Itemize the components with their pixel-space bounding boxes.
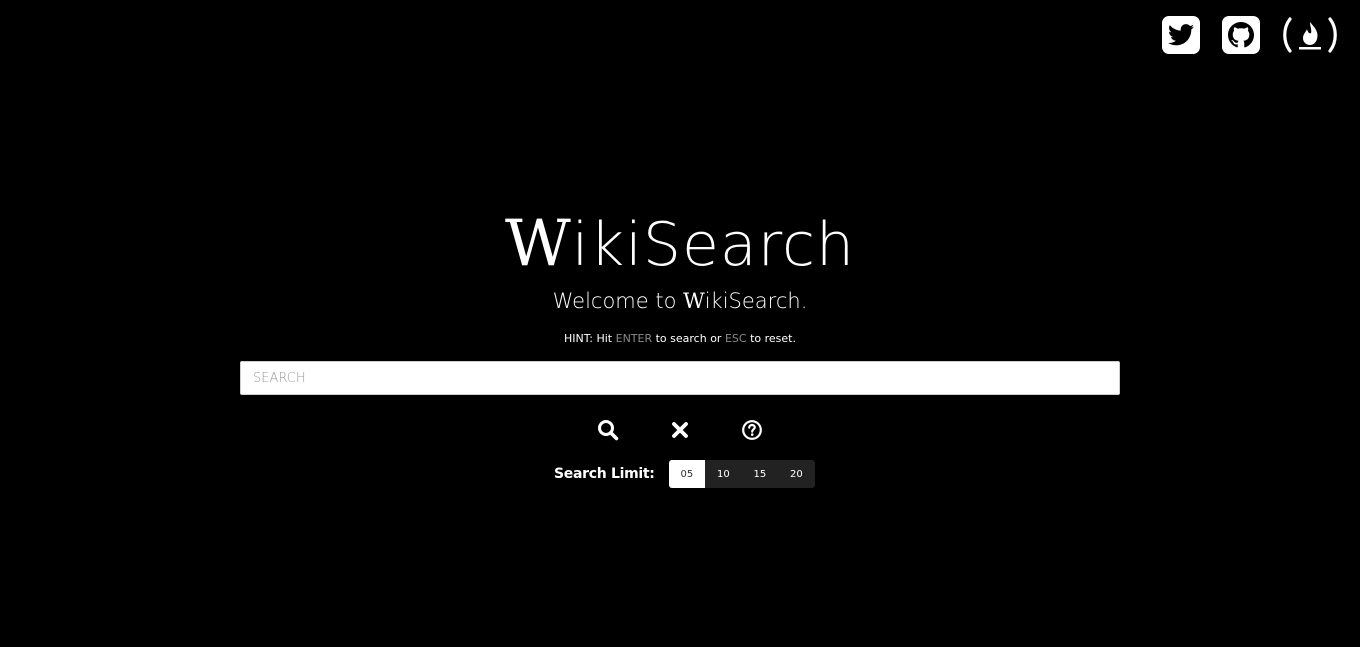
freecodecamp-link[interactable] — [1282, 16, 1338, 54]
hint-text: HINT: Hit ENTER to search or ESC to rese… — [0, 331, 1360, 347]
social-links — [1162, 16, 1338, 54]
hint-suffix: to reset. — [746, 332, 796, 345]
page: WikiSearch Welcome to WikiSearch. HINT: … — [0, 0, 1360, 647]
limit-option-20[interactable]: 20 — [778, 460, 815, 488]
hint-enter-key: ENTER — [615, 332, 653, 345]
search-input[interactable] — [241, 362, 1119, 394]
welcome-prefix: Welcome to — [552, 289, 684, 313]
hint-esc-key: ESC — [724, 332, 747, 345]
github-icon — [1228, 22, 1254, 48]
search-button[interactable] — [596, 418, 620, 442]
search-icon — [598, 420, 619, 441]
search-limit-label: Search Limit: — [554, 466, 655, 482]
hint-middle: to search or — [652, 332, 725, 345]
help-icon — [742, 420, 762, 440]
welcome-rest: ikiSearch. — [704, 289, 808, 313]
help-button[interactable] — [740, 418, 764, 442]
limit-option-15[interactable]: 15 — [742, 460, 779, 488]
twitter-icon — [1168, 24, 1194, 46]
search-box — [240, 361, 1120, 395]
limit-option-05[interactable]: 05 — [668, 460, 706, 488]
hint-prefix: HINT: Hit — [564, 332, 616, 345]
limit-option-10[interactable]: 10 — [705, 460, 742, 488]
welcome-w: W — [683, 289, 705, 313]
twitter-link[interactable] — [1162, 16, 1200, 54]
search-limit-options: 05 10 15 20 — [668, 460, 815, 488]
close-icon — [672, 422, 688, 438]
action-buttons — [0, 418, 1360, 442]
freecodecamp-icon — [1283, 17, 1337, 53]
clear-button[interactable] — [668, 418, 692, 442]
page-title: WikiSearch — [0, 206, 1360, 283]
github-link[interactable] — [1222, 16, 1260, 54]
title-w: W — [505, 207, 572, 281]
search-limit: Search Limit: 05 10 15 20 — [554, 460, 815, 488]
welcome-text: Welcome to WikiSearch. — [0, 287, 1360, 315]
title-rest: ikiSearch — [571, 210, 855, 280]
